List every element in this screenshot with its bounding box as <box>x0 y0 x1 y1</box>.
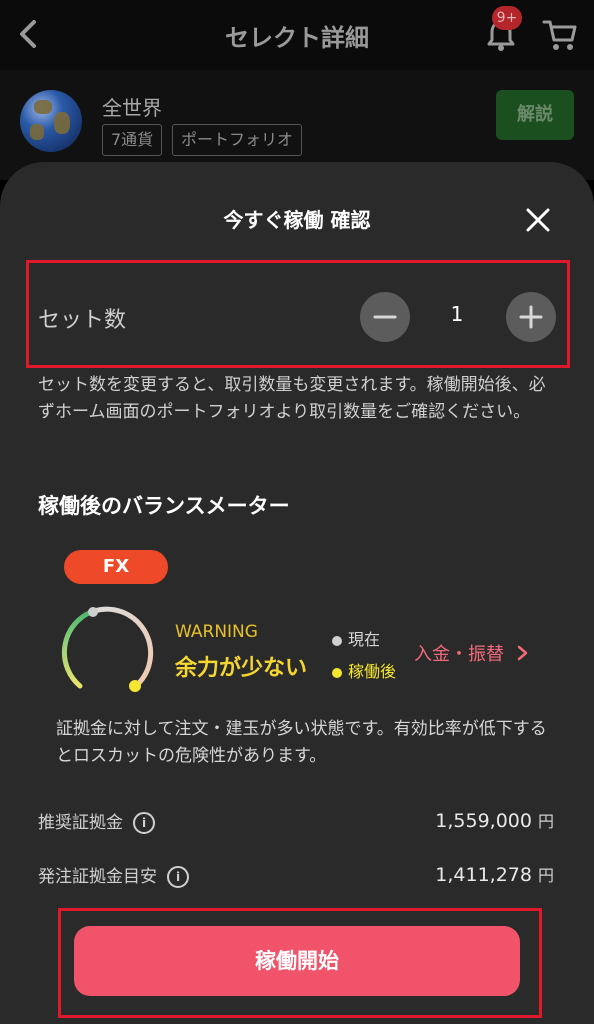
tag-portfolio: ポートフォリオ <box>172 124 303 156</box>
set-count-value[interactable]: 1 <box>432 302 482 326</box>
legend-after: 稼働後 <box>332 658 396 682</box>
sheet-title: 今すぐ稼働 確認 <box>223 208 371 232</box>
set-count-note: セット数を変更すると、取引数量も変更されます。稼働開始後、必ずホーム画面のポート… <box>38 375 546 422</box>
after-dot-icon <box>332 667 342 678</box>
chevron-right-icon <box>517 645 527 661</box>
info-icon[interactable]: i <box>167 866 189 888</box>
cart-icon[interactable] <box>542 18 578 52</box>
warning-label: WARNING <box>175 622 258 642</box>
close-icon[interactable] <box>524 206 552 234</box>
start-operation-button[interactable]: 稼働開始 <box>74 926 520 996</box>
legend-current: 現在 <box>332 626 380 650</box>
warning-text: 余力が少ない <box>175 656 308 681</box>
increment-button[interactable] <box>506 292 556 342</box>
tag-currency-count: 7通貨 <box>102 124 163 156</box>
info-icon[interactable]: i <box>133 812 155 834</box>
recommended-margin-label: 推奨証拠金 i <box>38 808 155 834</box>
globe-icon <box>20 90 82 152</box>
product-name: 全世界 <box>102 96 162 120</box>
confirm-sheet: 今すぐ稼働 確認 セット数 1 セット数を変更すると、取引数量も変更されます。稼… <box>0 162 594 1024</box>
minus-icon <box>373 315 397 319</box>
meter-description: 証拠金に対して注文・建玉が多い状態です。有効比率が低下するとロスカットの危険性が… <box>56 719 547 766</box>
fx-category-pill: FX <box>64 550 168 584</box>
decrement-button[interactable] <box>360 292 410 342</box>
deposit-transfer-link[interactable]: 入金・振替 <box>414 640 530 666</box>
after-marker <box>129 680 141 692</box>
top-bar: セレクト詳細 9+ <box>0 0 594 70</box>
current-marker <box>88 607 98 617</box>
order-margin-label: 発注証拠金目安 i <box>38 862 189 888</box>
notification-badge: 9+ <box>492 6 522 30</box>
order-margin-value: 1,411,278 円 <box>435 864 554 886</box>
set-count-label: セット数 <box>38 308 127 333</box>
balance-meter-title: 稼働後のバランスメーター <box>38 494 290 518</box>
plus-icon <box>519 305 543 329</box>
current-dot-icon <box>332 635 342 646</box>
balance-gauge <box>61 606 154 692</box>
recommended-margin-value: 1,559,000 円 <box>435 810 554 832</box>
explain-button[interactable]: 解説 <box>496 90 574 140</box>
